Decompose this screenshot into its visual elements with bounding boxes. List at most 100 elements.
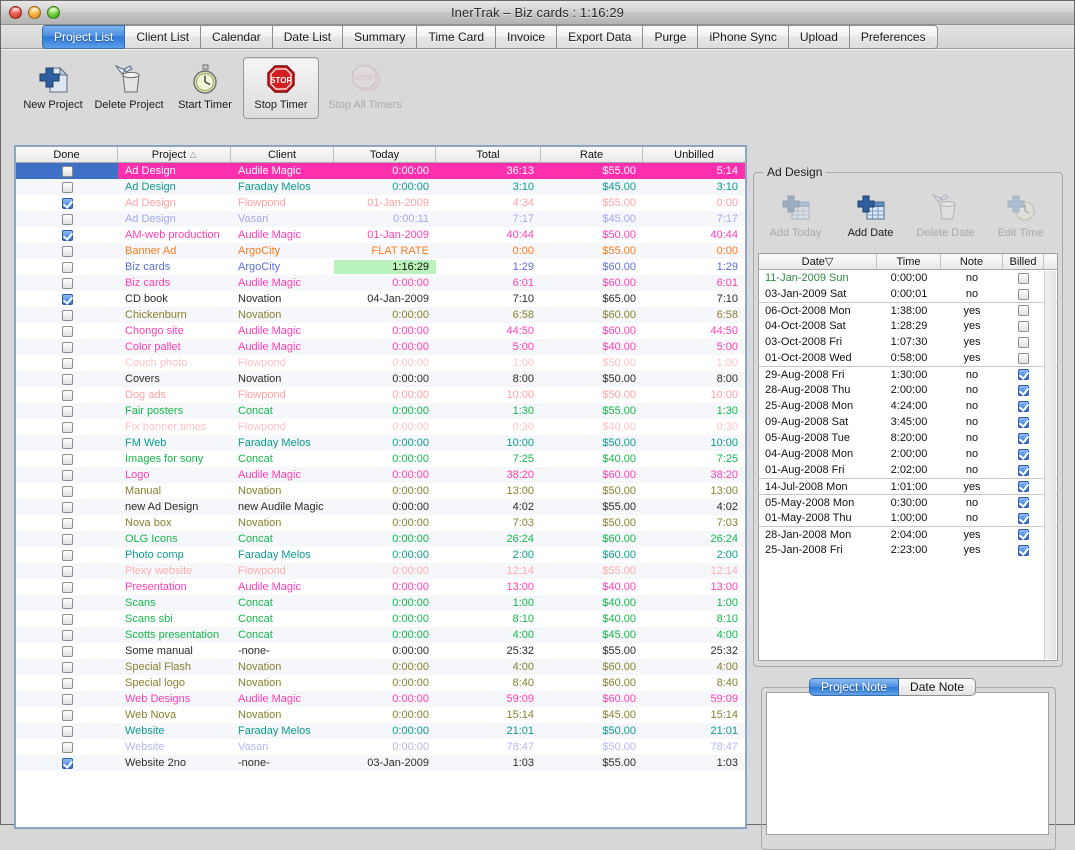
date-cell-billed[interactable] — [1003, 497, 1044, 508]
done-cell[interactable] — [16, 691, 118, 707]
date-row[interactable]: 04-Oct-2008 Sat 1:28:29 yes — [759, 318, 1057, 334]
table-row[interactable]: Presentation Audile Magic 0:00:00 13:00 $40.… — [16, 579, 745, 595]
done-checkbox[interactable] — [61, 597, 73, 609]
column-header-project[interactable]: Project △ — [118, 147, 231, 162]
done-checkbox[interactable] — [61, 469, 73, 481]
done-cell[interactable] — [16, 163, 118, 179]
done-checkbox[interactable] — [61, 197, 73, 209]
column-header-rate[interactable]: Rate — [541, 147, 643, 162]
date-cell-billed[interactable] — [1003, 384, 1044, 396]
done-cell[interactable] — [16, 451, 118, 467]
done-cell[interactable] — [16, 243, 118, 259]
table-row[interactable]: Manual Novation 0:00:00 13:00 $50.00 13:00 — [16, 483, 745, 499]
done-checkbox[interactable] — [61, 229, 73, 241]
done-checkbox[interactable] — [61, 549, 73, 561]
date-cell-billed[interactable] — [1003, 288, 1044, 300]
table-row[interactable]: Web Designs Audile Magic 0:00:00 59:09 $60.0… — [16, 691, 745, 707]
table-row[interactable]: Ad Design Flowpond 01-Jan-2009 4:34 $55.00 0:… — [16, 195, 745, 211]
tab-time-card[interactable]: Time Card — [417, 25, 497, 49]
tab-preferences[interactable]: Preferences — [849, 25, 938, 49]
done-checkbox[interactable] — [61, 485, 73, 497]
note-tab-project-note[interactable]: Project Note — [809, 678, 900, 696]
billed-checkbox[interactable] — [1018, 320, 1029, 332]
done-cell[interactable] — [16, 355, 118, 371]
done-cell[interactable] — [16, 707, 118, 723]
done-cell[interactable] — [16, 227, 118, 243]
date-table-scrollbar[interactable] — [1044, 271, 1056, 659]
table-row[interactable]: new Ad Design new Audile Magic 0:00:00 4:02… — [16, 499, 745, 515]
delete-project-button[interactable]: Delete Project — [91, 57, 167, 119]
tab-upload[interactable]: Upload — [788, 25, 850, 49]
done-checkbox[interactable] — [61, 629, 73, 641]
done-checkbox[interactable] — [61, 373, 73, 385]
add-date-button[interactable]: Add Date — [833, 185, 908, 243]
date-cell-billed[interactable] — [1003, 512, 1044, 524]
done-cell[interactable] — [16, 211, 118, 227]
done-cell[interactable] — [16, 435, 118, 451]
close-button[interactable] — [9, 6, 22, 19]
date-cell-billed[interactable] — [1003, 320, 1044, 332]
table-row[interactable]: Couch photo Flowpond 0:00:00 1:00 $50.00 1:00 — [16, 355, 745, 371]
done-cell[interactable] — [16, 611, 118, 627]
start-timer-button[interactable]: Start Timer — [167, 57, 243, 119]
done-checkbox[interactable] — [61, 245, 73, 257]
date-cell-billed[interactable] — [1003, 416, 1044, 428]
date-row[interactable]: 01-Aug-2008 Fri 2:02:00 no — [759, 462, 1057, 478]
table-row[interactable]: Photo comp Faraday Melos 0:00:00 2:00 $60.00… — [16, 547, 745, 563]
done-checkbox[interactable] — [61, 661, 73, 673]
table-row[interactable]: Special logo Novation 0:00:00 8:40 $60.00 8:4… — [16, 675, 745, 691]
table-row[interactable]: Logo Audile Magic 0:00:00 38:20 $60.00 38:20 — [16, 467, 745, 483]
done-checkbox[interactable] — [61, 421, 73, 433]
done-cell[interactable] — [16, 339, 118, 355]
done-cell[interactable] — [16, 643, 118, 659]
done-checkbox[interactable] — [61, 453, 73, 465]
date-cell-billed[interactable] — [1003, 529, 1044, 540]
done-cell[interactable] — [16, 531, 118, 547]
date-row[interactable]: 25-Jan-2008 Fri 2:23:00 yes — [759, 542, 1057, 558]
done-cell[interactable] — [16, 387, 118, 403]
done-cell[interactable] — [16, 563, 118, 579]
done-checkbox[interactable] — [61, 405, 73, 417]
done-checkbox[interactable] — [61, 517, 73, 529]
date-cell-billed[interactable] — [1003, 432, 1044, 444]
done-cell[interactable] — [16, 467, 118, 483]
tab-summary[interactable]: Summary — [343, 25, 418, 49]
date-cell-billed[interactable] — [1003, 369, 1044, 380]
table-row[interactable]: Banner Ad ArgoCity FLAT RATE 0:00 $55.00 0:00 — [16, 243, 745, 259]
table-row[interactable]: Chongo site Audile Magic 0:00:00 44:50 $60.0… — [16, 323, 745, 339]
billed-checkbox[interactable] — [1018, 497, 1029, 508]
done-cell[interactable] — [16, 259, 118, 275]
column-header-unbilled[interactable]: Unbilled — [643, 147, 745, 162]
done-checkbox[interactable] — [61, 709, 73, 721]
done-checkbox[interactable] — [61, 277, 73, 289]
table-row[interactable]: Chickenburn Novation 0:00:00 6:58 $60.00 6:58 — [16, 307, 745, 323]
done-cell[interactable] — [16, 755, 118, 771]
done-checkbox[interactable] — [61, 181, 73, 193]
date-cell-billed[interactable] — [1003, 448, 1044, 460]
table-row[interactable]: Website 2no -none- 03-Jan-2009 1:03 $55.00 1:… — [16, 755, 745, 771]
done-checkbox[interactable] — [61, 693, 73, 705]
done-checkbox[interactable] — [61, 741, 73, 753]
table-row[interactable]: Website Vasari 0:00:00 78:47 $50.00 78:47 — [16, 739, 745, 755]
done-checkbox[interactable] — [61, 357, 73, 369]
date-cell-billed[interactable] — [1003, 544, 1044, 556]
table-row[interactable]: OLG Icons Concat 0:00:00 26:24 $60.00 26:24 — [16, 531, 745, 547]
done-cell[interactable] — [16, 275, 118, 291]
billed-checkbox[interactable] — [1018, 305, 1029, 316]
done-cell[interactable] — [16, 419, 118, 435]
tab-date-list[interactable]: Date List — [272, 25, 344, 49]
billed-checkbox[interactable] — [1018, 481, 1029, 492]
done-cell[interactable] — [16, 307, 118, 323]
table-row[interactable]: Website Faraday Melos 0:00:00 21:01 $50.00 21… — [16, 723, 745, 739]
tab-invoice[interactable]: Invoice — [496, 25, 558, 49]
column-header-note[interactable]: Note — [941, 254, 1003, 269]
column-header-today[interactable]: Today — [334, 147, 436, 162]
date-row[interactable]: 05-May-2008 Mon 0:30:00 no — [759, 494, 1057, 510]
date-row[interactable]: 01-May-2008 Thu 1:00:00 no — [759, 510, 1057, 526]
done-checkbox[interactable] — [61, 645, 73, 657]
done-cell[interactable] — [16, 547, 118, 563]
date-row[interactable]: 04-Aug-2008 Mon 2:00:00 no — [759, 446, 1057, 462]
done-cell[interactable] — [16, 739, 118, 755]
done-checkbox[interactable] — [61, 165, 73, 177]
done-cell[interactable] — [16, 675, 118, 691]
